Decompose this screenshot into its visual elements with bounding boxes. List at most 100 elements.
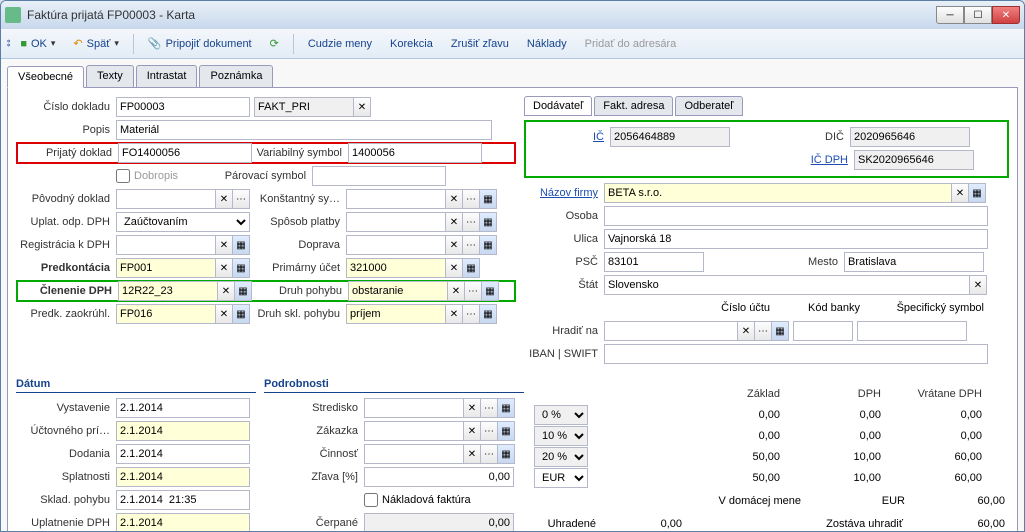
pairing-symbol-input[interactable] bbox=[312, 166, 446, 186]
person-input[interactable] bbox=[604, 206, 988, 226]
invoice-address-tab[interactable]: Fakt. adresa bbox=[594, 96, 673, 116]
center-input[interactable] bbox=[364, 398, 464, 418]
icdph-link[interactable]: IČ DPH bbox=[734, 154, 854, 166]
iban-input[interactable] bbox=[604, 344, 988, 364]
transport-input[interactable] bbox=[346, 235, 446, 255]
discount-input[interactable] bbox=[364, 467, 514, 487]
refresh-button[interactable]: ⟳ bbox=[262, 34, 287, 53]
var-symbol-input[interactable] bbox=[348, 143, 482, 163]
specific-symbol-input[interactable] bbox=[857, 321, 967, 341]
tab-general[interactable]: Všeobecné bbox=[7, 66, 84, 88]
rate0-select[interactable]: 0 % bbox=[534, 405, 588, 425]
round-input[interactable] bbox=[116, 304, 216, 324]
vat-apply-label: Uplat. odp. DPH bbox=[16, 216, 116, 228]
dobropis-checkbox[interactable] bbox=[116, 169, 130, 183]
pairing-symbol-label: Párovací symbol bbox=[216, 170, 312, 182]
r1-base: 0,00 bbox=[684, 426, 784, 446]
r1-total: 0,00 bbox=[886, 426, 986, 446]
attach-button[interactable]: 📎Pripojiť dokument bbox=[140, 34, 260, 53]
vat-reg-input[interactable] bbox=[116, 235, 216, 255]
correction-button[interactable]: Korekcia bbox=[382, 35, 441, 53]
currencies-button[interactable]: Cudzie meny bbox=[300, 35, 380, 53]
window-title: Faktúra prijatá FP00003 - Karta bbox=[27, 8, 936, 22]
r1-vat: 0,00 bbox=[785, 426, 885, 446]
costs-button[interactable]: Náklady bbox=[519, 35, 575, 53]
due-date-input[interactable] bbox=[116, 467, 250, 487]
zip-input[interactable] bbox=[604, 252, 704, 272]
accounting-date-input[interactable] bbox=[116, 421, 250, 441]
received-doc-highlight: Prijatý doklad Variabilný symbol bbox=[16, 142, 516, 164]
tab-texts[interactable]: Texty bbox=[86, 65, 134, 87]
r2-vat: 10,00 bbox=[785, 447, 885, 467]
totals-grid: Základ DPH Vrátane DPH 0 % 0,000,000,00 … bbox=[532, 384, 1009, 488]
vat-date-input[interactable] bbox=[116, 513, 250, 531]
predkontacia-input[interactable] bbox=[116, 258, 216, 278]
clear-series-button[interactable]: ✕ bbox=[353, 97, 371, 117]
ok-button[interactable]: ■OK▾ bbox=[12, 35, 63, 53]
desc-label: Popis bbox=[16, 124, 116, 136]
vat-class-input[interactable] bbox=[118, 281, 218, 301]
desc-input[interactable] bbox=[116, 120, 492, 140]
domestic-curr: EUR bbox=[809, 495, 909, 507]
primary-account-input[interactable] bbox=[346, 258, 446, 278]
const-symbol-input[interactable] bbox=[346, 189, 446, 209]
toolbar-expand-icon[interactable]: ⦂ bbox=[7, 37, 10, 50]
stock-date-label: Sklad. pohybu bbox=[16, 494, 116, 506]
payment-method-input[interactable] bbox=[346, 212, 446, 232]
clear-original-button[interactable]: ✕ bbox=[215, 189, 233, 209]
r0-vat: 0,00 bbox=[785, 405, 885, 425]
dic-input[interactable] bbox=[850, 127, 970, 147]
supplier-tab[interactable]: Dodávateľ bbox=[524, 96, 592, 116]
bank-code-input[interactable] bbox=[793, 321, 853, 341]
back-button[interactable]: ↶Späť▾ bbox=[65, 34, 126, 53]
doc-number-input[interactable] bbox=[116, 97, 250, 117]
cost-invoice-checkbox[interactable] bbox=[364, 493, 378, 507]
account-no-input[interactable] bbox=[604, 321, 738, 341]
rate1-select[interactable]: 10 % bbox=[534, 426, 588, 446]
tab-note[interactable]: Poznámka bbox=[199, 65, 273, 87]
close-button[interactable]: ✕ bbox=[992, 6, 1020, 24]
stock-date-input[interactable] bbox=[116, 490, 250, 510]
maximize-button[interactable]: ☐ bbox=[964, 6, 992, 24]
icdph-input[interactable] bbox=[854, 150, 974, 170]
original-doc-label: Pôvodný doklad bbox=[16, 193, 116, 205]
minimize-button[interactable]: ─ bbox=[936, 6, 964, 24]
tab-intrastat[interactable]: Intrastat bbox=[136, 65, 198, 87]
discount-label: Zľava [%] bbox=[264, 471, 364, 483]
received-doc-input[interactable] bbox=[118, 143, 252, 163]
doc-series-input[interactable] bbox=[254, 97, 354, 117]
street-input[interactable] bbox=[604, 229, 988, 249]
titlebar: Faktúra prijatá FP00003 - Karta ─ ☐ ✕ bbox=[1, 1, 1024, 29]
rate2-select[interactable]: 20 % bbox=[534, 447, 588, 467]
issue-date-input[interactable] bbox=[116, 398, 250, 418]
customer-tab[interactable]: Odberateľ bbox=[675, 96, 742, 116]
dobropis-label: Dobropis bbox=[134, 170, 178, 182]
remaining-label: Zostáva uhradiť bbox=[682, 518, 909, 530]
company-name-link[interactable]: Názov firmy bbox=[524, 187, 604, 199]
activity-input[interactable] bbox=[364, 444, 464, 464]
r0-total: 0,00 bbox=[886, 405, 986, 425]
dic-label: DIČ bbox=[730, 131, 850, 143]
country-input[interactable] bbox=[604, 275, 970, 295]
ic-input[interactable] bbox=[610, 127, 730, 147]
movement-type-input[interactable] bbox=[348, 281, 448, 301]
stock-movement-input[interactable] bbox=[346, 304, 446, 324]
vat-class-highlight: Členenie DPH ✕▦ Druh pohybu ✕⋯▦ bbox=[16, 280, 516, 302]
order-input[interactable] bbox=[364, 421, 464, 441]
delivery-date-input[interactable] bbox=[116, 444, 250, 464]
accounting-date-label: Účtovného prí… bbox=[16, 425, 116, 437]
cancel-discount-button[interactable]: Zrušiť zľavu bbox=[443, 35, 517, 53]
city-input[interactable] bbox=[844, 252, 984, 272]
r0-base: 0,00 bbox=[684, 405, 784, 425]
add-to-addressbook-button[interactable]: Pridať do adresára bbox=[577, 35, 685, 53]
currency-select[interactable]: EUR bbox=[534, 468, 588, 488]
vat-apply-select[interactable]: Zaúčtovaním bbox=[116, 212, 250, 232]
const-symbol-label: Konštantný sy… bbox=[250, 193, 346, 205]
lookup-original-button[interactable]: ⋯ bbox=[232, 189, 250, 209]
original-doc-input[interactable] bbox=[116, 189, 216, 209]
movement-type-label: Druh pohybu bbox=[252, 285, 348, 297]
cost-invoice-label: Nákladová faktúra bbox=[382, 494, 471, 506]
ic-link[interactable]: IČ bbox=[530, 131, 610, 143]
var-symbol-label: Variabilný symbol bbox=[252, 147, 348, 159]
company-name-input[interactable] bbox=[604, 183, 952, 203]
